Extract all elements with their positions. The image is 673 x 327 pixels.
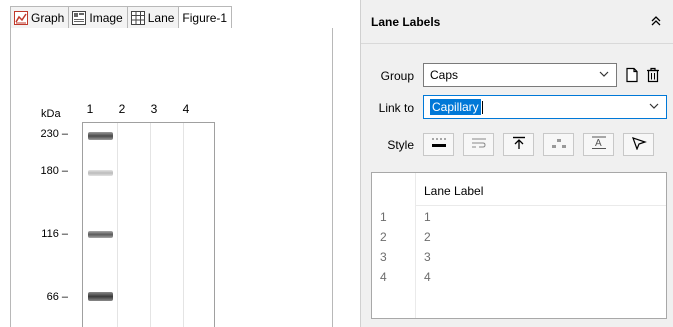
panel-title: Lane Labels — [371, 15, 441, 29]
lane-number: 4 — [182, 102, 190, 116]
gel-band — [88, 170, 113, 176]
style-text-underline-icon: A — [591, 136, 607, 153]
table-row[interactable]: 1 1 — [372, 210, 666, 227]
tab-image[interactable]: Image — [68, 6, 128, 28]
row-number: 3 — [380, 250, 387, 264]
style-dash-button[interactable] — [543, 133, 574, 156]
view-tabs: Graph Image Lane Figure-1 — [10, 6, 233, 29]
app-root: Graph Image Lane Figure-1 kDa 1 2 3 4 23… — [0, 0, 673, 327]
new-document-icon[interactable] — [624, 67, 640, 83]
lane-label-table[interactable]: Lane Label 1 1 2 2 3 3 4 4 — [371, 172, 667, 319]
chevron-down-icon — [598, 68, 610, 80]
style-lines-button[interactable] — [423, 133, 454, 156]
text-caret — [481, 100, 483, 114]
style-label: Style — [387, 138, 414, 152]
mw-marker-label: 180 – — [40, 165, 68, 177]
figure-view: Graph Image Lane Figure-1 kDa 1 2 3 4 23… — [10, 0, 333, 327]
unit-label: kDa — [41, 108, 61, 120]
lane-grid-icon — [130, 10, 145, 25]
link-to-value: Capillary — [430, 99, 481, 115]
lane-number: 3 — [150, 102, 158, 116]
style-wrap-button[interactable] — [463, 133, 494, 156]
style-align-top-button[interactable] — [503, 133, 534, 156]
lane-number: 1 — [86, 102, 94, 116]
gel-band — [88, 231, 113, 238]
tab-lane[interactable]: Lane — [126, 6, 180, 28]
lane-label-cell[interactable]: 4 — [424, 270, 431, 284]
style-lines-icon — [431, 136, 447, 153]
group-value: Caps — [430, 68, 459, 82]
tab-image-label: Image — [89, 10, 123, 25]
image-icon — [72, 10, 87, 25]
row-number: 1 — [380, 210, 387, 224]
tab-lane-label: Lane — [147, 10, 175, 25]
lane-label-cell[interactable]: 1 — [424, 210, 431, 224]
collapse-icon[interactable] — [650, 15, 662, 27]
panel-header[interactable]: Lane Labels — [361, 0, 673, 44]
row-number: 2 — [380, 230, 387, 244]
lane-label-cell[interactable]: 2 — [424, 230, 431, 244]
link-to-label: Link to — [378, 101, 414, 115]
table-row[interactable]: 4 4 — [372, 270, 666, 287]
style-pointer-icon — [631, 136, 647, 153]
style-dash-icon — [551, 136, 567, 153]
table-row[interactable]: 2 2 — [372, 230, 666, 247]
lane-separator — [117, 123, 118, 327]
tab-figure-1-label: Figure-1 — [182, 11, 228, 25]
svg-text:A: A — [595, 138, 602, 149]
style-text-underline-button[interactable]: A — [583, 133, 614, 156]
chevron-down-icon — [648, 100, 660, 112]
row-number: 4 — [380, 270, 387, 284]
tab-graph[interactable]: Graph — [10, 6, 70, 28]
group-label: Group — [380, 69, 414, 83]
lane-separator — [150, 123, 151, 327]
style-align-top-icon — [511, 136, 527, 153]
graph-icon — [14, 10, 28, 25]
table-row[interactable]: 3 3 — [372, 250, 666, 267]
group-dropdown[interactable]: Caps — [423, 63, 617, 87]
gel-band — [88, 292, 113, 301]
lane-number: 2 — [118, 102, 126, 116]
tab-graph-label: Graph — [31, 10, 65, 25]
style-pointer-button[interactable] — [623, 133, 654, 156]
mw-marker-label: 66 – — [46, 291, 68, 303]
lane-label-column-header[interactable]: Lane Label — [416, 173, 666, 206]
gel-band — [88, 132, 113, 140]
tab-figure-1[interactable]: Figure-1 — [178, 6, 233, 29]
link-to-dropdown[interactable]: Capillary — [423, 95, 667, 119]
gel-image — [82, 122, 215, 327]
mw-marker-label: 230 – — [40, 128, 68, 140]
mw-marker-label: 116 – — [41, 228, 68, 240]
trash-icon[interactable] — [645, 67, 661, 83]
style-wrap-icon — [471, 136, 487, 153]
lane-label-cell[interactable]: 3 — [424, 250, 431, 264]
lane-separator — [183, 123, 184, 327]
